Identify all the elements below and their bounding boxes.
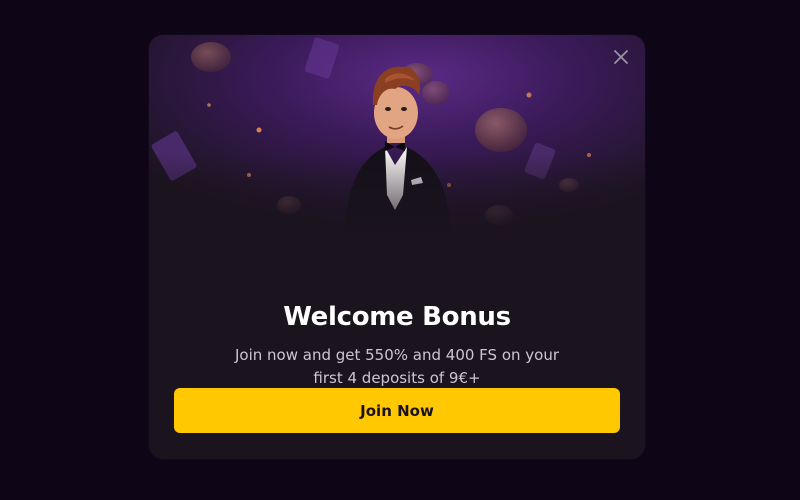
hero-image	[149, 35, 645, 250]
modal-title: Welcome Bonus	[283, 302, 511, 332]
subtitle-line: Join now and get 550% and 400 FS on your	[234, 346, 560, 364]
close-button[interactable]	[609, 45, 633, 69]
close-icon	[614, 50, 628, 64]
modal-subtitle: Join now and get 550% and 400 FS on your…	[207, 344, 587, 390]
welcome-bonus-modal: Welcome Bonus Join now and get 550% and …	[149, 35, 645, 459]
subtitle-line: first 4 deposits of 9€+	[313, 369, 481, 387]
join-now-button[interactable]: Join Now	[174, 388, 620, 433]
